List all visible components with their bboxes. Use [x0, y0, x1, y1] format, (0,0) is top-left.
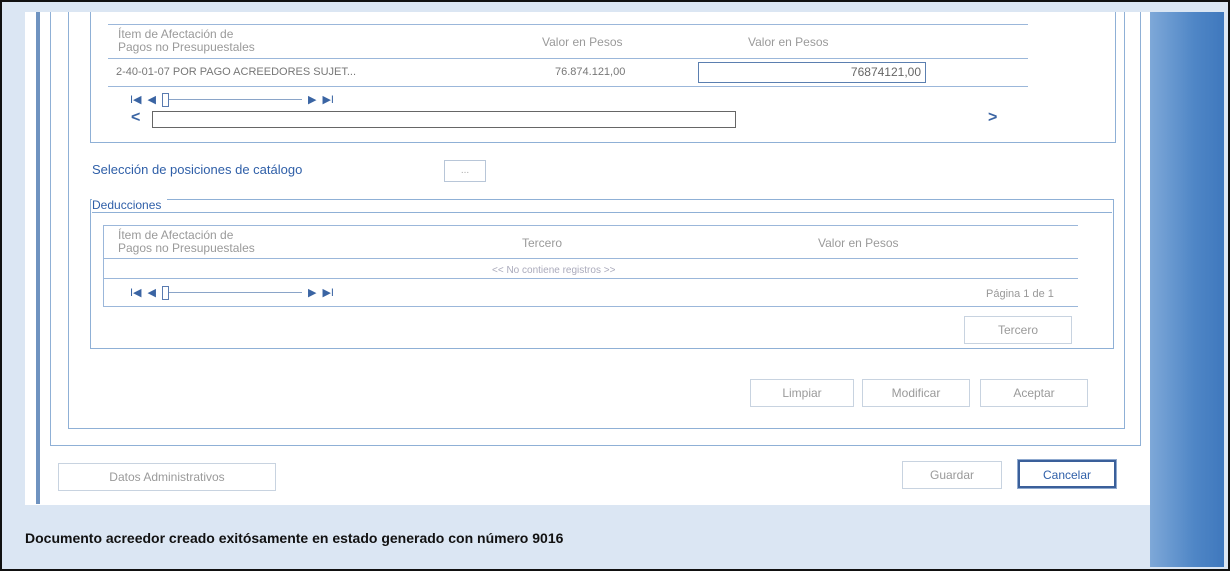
left-edge-bar — [36, 12, 40, 504]
guardar-button[interactable]: Guardar — [902, 461, 1002, 489]
col-header-valor-input: Valor en Pesos — [748, 35, 829, 49]
page-slider[interactable] — [161, 93, 302, 107]
deduc-empty-text: << No contiene registros >> — [492, 265, 616, 276]
table-cell-valor: 76.874.121,00 — [555, 66, 626, 78]
table-top-line — [108, 24, 1028, 25]
col-header-item: Ítem de Afectación de Pagos no Presupues… — [118, 27, 255, 54]
right-side-panel — [1150, 12, 1224, 567]
deduc-next-page-icon[interactable]: ▶ — [308, 286, 316, 299]
deduc-col-header-item: Ítem de Afectación de Pagos no Presupues… — [118, 228, 255, 255]
catalog-select-button[interactable]: ... — [444, 160, 486, 182]
scroll-right-icon[interactable]: > — [988, 109, 997, 127]
modificar-button[interactable]: Modificar — [862, 379, 970, 407]
valor-input[interactable]: 76874121,00 — [698, 62, 926, 83]
table-row-line — [108, 86, 1028, 87]
last-page-icon[interactable]: ▶I — [322, 93, 334, 106]
table-header-line — [108, 58, 1028, 59]
deduc-last-page-icon[interactable]: ▶I — [322, 286, 334, 299]
status-message: Documento acreedor creado exitósamente e… — [25, 530, 564, 546]
prev-page-icon[interactable]: ◀ — [148, 93, 156, 106]
deducciones-title-line — [92, 212, 1112, 213]
deduc-header-line — [104, 258, 1078, 259]
deduc-col-header-tercero: Tercero — [522, 236, 563, 250]
page-info: Página 1 de 1 — [986, 288, 1054, 300]
deduc-col-header-valor: Valor en Pesos — [818, 236, 899, 250]
scroll-left-icon[interactable]: < — [131, 109, 140, 127]
deduc-row-line — [104, 278, 1078, 279]
limpiar-button[interactable]: Limpiar — [750, 379, 854, 407]
deduc-pager: I◀ ◀ ▶ ▶I — [130, 286, 334, 300]
deduc-prev-page-icon[interactable]: ◀ — [148, 286, 156, 299]
aceptar-button[interactable]: Aceptar — [980, 379, 1088, 407]
cancelar-button[interactable]: Cancelar — [1018, 460, 1116, 488]
slider-knob[interactable] — [161, 93, 169, 107]
tercero-button[interactable]: Tercero — [964, 316, 1072, 344]
deduc-first-page-icon[interactable]: I◀ — [130, 286, 142, 299]
datos-administrativos-button[interactable]: Datos Administrativos — [58, 463, 276, 491]
deducciones-title: Deducciones — [92, 198, 168, 212]
deduc-page-slider[interactable] — [161, 286, 302, 300]
table-cell-item: 2-40-01-07 POR PAGO ACREEDORES SUJET... — [116, 66, 357, 78]
catalog-label: Selección de posiciones de catálogo — [92, 162, 303, 177]
first-page-icon[interactable]: I◀ — [130, 93, 142, 106]
pager: I◀ ◀ ▶ ▶I — [130, 93, 334, 107]
col-header-valor: Valor en Pesos — [542, 35, 623, 49]
horizontal-scrollbar[interactable] — [152, 111, 736, 128]
deduc-slider-knob[interactable] — [161, 286, 169, 300]
next-page-icon[interactable]: ▶ — [308, 93, 316, 106]
